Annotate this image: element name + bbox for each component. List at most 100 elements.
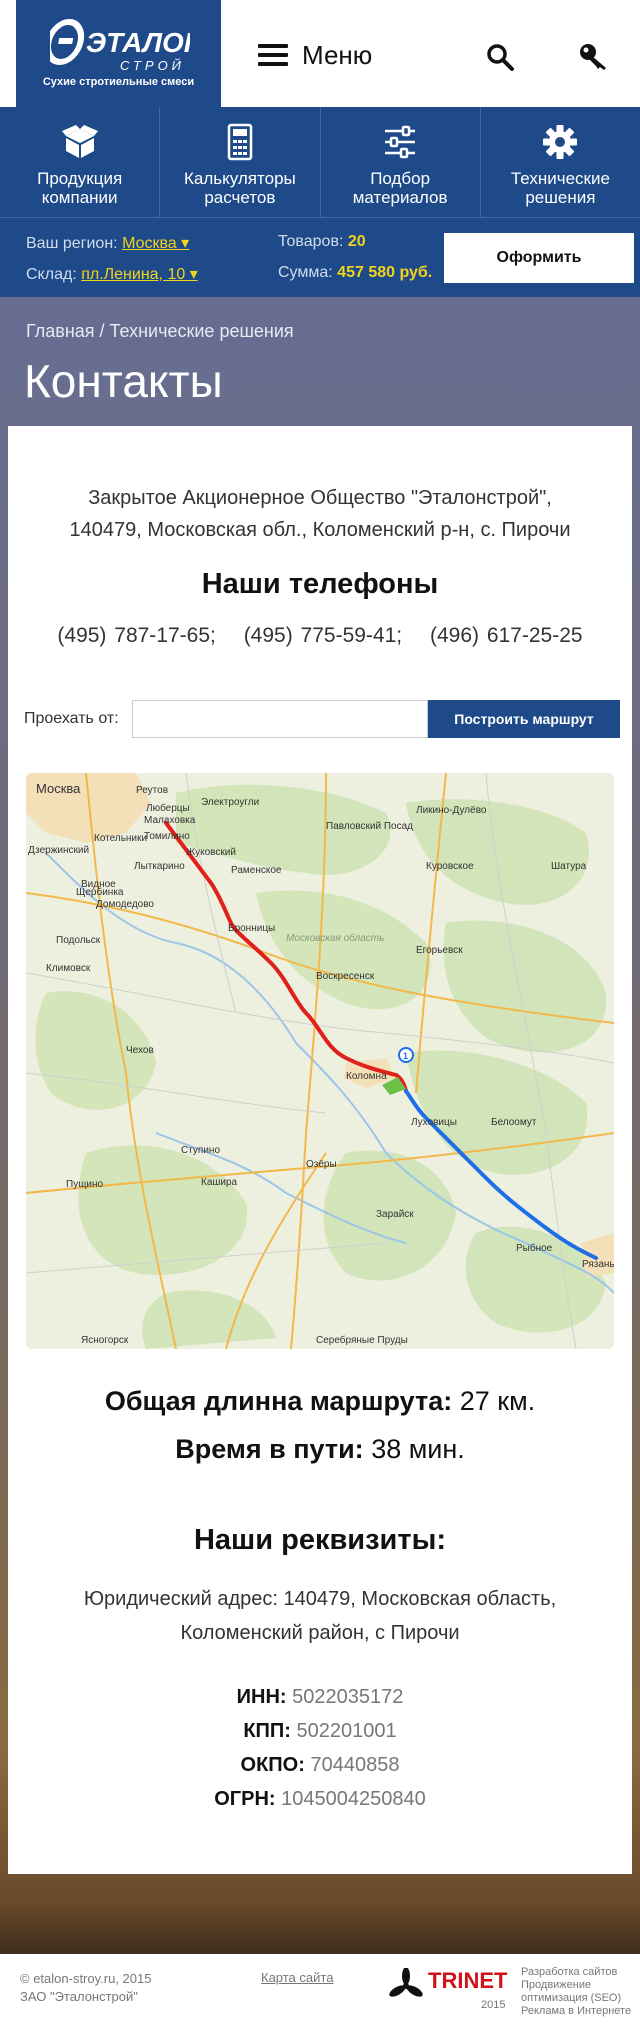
map-label: Дзержинский bbox=[28, 845, 89, 856]
sum-row: Сумма: 457 580 руб. bbox=[278, 264, 432, 282]
page-title: Контакты bbox=[24, 355, 223, 407]
map-label: Ступино bbox=[181, 1145, 220, 1156]
warehouse-row: Склад: пл.Ленина, 10 ▾ bbox=[26, 264, 198, 284]
requisite-inn: ИНН: 5022035172 bbox=[8, 1686, 632, 1709]
map-label: Пущино bbox=[66, 1179, 104, 1190]
route-from-label: Проехать от: bbox=[24, 710, 119, 727]
nav-label-calculators: Калькуляторы расчетов bbox=[184, 169, 296, 207]
route-map[interactable]: 1 Москва Реутов Люберцы Малаховка Котельники… bbox=[26, 773, 614, 1349]
route-form: Проехать от: Построить маршрут bbox=[24, 700, 624, 738]
phone-3[interactable]: (496) 617-25-25 bbox=[430, 624, 583, 647]
region-label: Ваш регион: bbox=[26, 235, 118, 252]
box-icon bbox=[61, 125, 98, 158]
requisite-key: КПП: bbox=[243, 1720, 291, 1742]
map-label: Егорьевск bbox=[416, 945, 463, 956]
map-label: Домодедово bbox=[96, 899, 154, 910]
logo[interactable]: ЭТАЛОН СТРОЙ Сухие стротиельные смеси bbox=[16, 0, 221, 107]
build-route-button[interactable]: Построить маршрут bbox=[428, 700, 620, 738]
map-label: Подольск bbox=[56, 935, 101, 946]
map-label: Ликино-Дулёво bbox=[416, 805, 487, 816]
requisite-key: ИНН: bbox=[236, 1686, 287, 1708]
trinet-logo[interactable]: TRINET 2015 bbox=[388, 1966, 508, 2026]
requisite-ogrn: ОГРН: 1045004250840 bbox=[8, 1788, 632, 1811]
map-label: Бронницы bbox=[228, 923, 275, 934]
hamburger-icon bbox=[258, 44, 288, 66]
address-line-1: Закрытое Акционерное Общество "Эталонстр… bbox=[88, 487, 552, 509]
map-label: Москва bbox=[36, 781, 81, 796]
map-label: Электроугли bbox=[201, 797, 259, 808]
requisite-key: ОКПО: bbox=[240, 1754, 305, 1776]
map-label: Климовск bbox=[46, 963, 91, 974]
nav-item-solutions[interactable]: Технические решения bbox=[481, 107, 640, 217]
search-icon[interactable] bbox=[485, 42, 515, 72]
copyright-line-2: ЗАО "Эталонстрой" bbox=[20, 1989, 138, 2004]
route-length-label: Общая длинна маршрута: bbox=[104, 1386, 453, 1416]
legal-address: Юридический адрес: 140479, Московская об… bbox=[8, 1582, 632, 1650]
service-item: Реклама в Интернете bbox=[521, 2005, 632, 2017]
checkout-button[interactable]: Оформить bbox=[444, 233, 634, 283]
service-item: Разработка сайтов bbox=[521, 1966, 618, 1978]
nav-item-products[interactable]: Продукция компании bbox=[0, 107, 161, 217]
info-bar: Ваш регион: Москва ▾ Склад: пл.Ленина, 1… bbox=[0, 217, 640, 297]
map-label: Чехов bbox=[126, 1045, 154, 1056]
requisite-kpp: КПП: 502201001 bbox=[8, 1720, 632, 1743]
region-select[interactable]: Москва ▾ bbox=[122, 235, 189, 252]
region-row: Ваш регион: Москва ▾ bbox=[26, 233, 189, 253]
requisite-value: 1045004250840 bbox=[281, 1788, 426, 1810]
nav-label-solutions: Технические решения bbox=[510, 169, 610, 207]
service-item: Продвижение bbox=[521, 1979, 592, 1991]
map-label: Котельники bbox=[94, 833, 147, 844]
map-label: Зарайск bbox=[376, 1209, 414, 1220]
propeller-icon bbox=[389, 1968, 423, 1997]
legal-line-2: Коломенский район, с Пирочи bbox=[180, 1622, 460, 1644]
map-label: Рязань bbox=[582, 1259, 614, 1270]
route-length: Общая длинна маршрута: 27 км. bbox=[8, 1386, 632, 1417]
route-from-input[interactable] bbox=[132, 700, 428, 738]
requisite-value: 70440858 bbox=[310, 1754, 400, 1776]
phone-1[interactable]: (495) 787-17-65; bbox=[57, 624, 215, 647]
logo-mark-icon: ЭТАЛОН СТРОЙ bbox=[50, 19, 190, 73]
goods-row: Товаров: 20 bbox=[278, 233, 366, 251]
nav-label-materials: Подбор материалов bbox=[352, 169, 448, 207]
service-item: оптимизация (SEO) bbox=[521, 1992, 622, 2004]
requisites-title: Наши реквизиты: bbox=[193, 1524, 446, 1556]
logo-tagline: Сухие стротиельные смеси bbox=[42, 76, 195, 88]
sum-label: Сумма: bbox=[278, 264, 333, 281]
map-label: Лыткарино bbox=[134, 861, 185, 872]
footer: © etalon-stroy.ru, 2015 ЗАО "Эталонстрой… bbox=[0, 1954, 640, 2040]
warehouse-select[interactable]: пл.Ленина, 10 ▾ bbox=[81, 266, 198, 283]
map-label: Павловский Посад bbox=[326, 821, 413, 832]
phones-title: Наши телефоны bbox=[201, 568, 439, 600]
svg-text:1: 1 bbox=[403, 1051, 408, 1061]
nav-item-materials[interactable]: Подбор материалов bbox=[321, 107, 481, 217]
company-address: Закрытое Акционерное Общество "Эталонстр… bbox=[8, 482, 632, 546]
phones-list: (495) 787-17-65; (495) 775-59-41; (496) … bbox=[8, 624, 632, 648]
sitemap-link[interactable]: Карта сайта bbox=[261, 1970, 333, 1985]
requisite-key: ОГРН: bbox=[214, 1788, 276, 1810]
breadcrumb[interactable]: Главная / Технические решения bbox=[26, 321, 294, 342]
nav-item-calculators[interactable]: Калькуляторы расчетов bbox=[160, 107, 321, 217]
map-label: Белоомут bbox=[491, 1117, 537, 1128]
map-label: Коломна bbox=[346, 1071, 387, 1082]
map-label: Раменское bbox=[231, 865, 282, 876]
sliders-icon bbox=[385, 125, 416, 159]
address-line-2: 140479, Московская обл., Коломенский р-н… bbox=[69, 519, 571, 541]
phone-2[interactable]: (495) 775-59-41; bbox=[244, 624, 402, 647]
trinet-year: 2015 bbox=[481, 1999, 506, 2011]
map-label: Щербинка bbox=[76, 886, 124, 898]
map-label: Шатура bbox=[551, 861, 587, 872]
requisite-value: 502201001 bbox=[296, 1720, 397, 1742]
contacts-card: Закрытое Акционерное Общество "Эталонстр… bbox=[8, 426, 632, 1874]
footer-services[interactable]: Разработка сайтов Продвижение оптимизаци… bbox=[521, 1966, 631, 2018]
map-label: Серебряные Пруды bbox=[316, 1334, 408, 1346]
map-label: Озёры bbox=[306, 1159, 337, 1170]
trinet-name: TRINET bbox=[428, 1968, 508, 1993]
goods-label: Товаров: bbox=[278, 233, 344, 250]
key-icon[interactable] bbox=[578, 42, 608, 72]
sum-value: 457 580 руб. bbox=[337, 264, 433, 281]
calculator-icon bbox=[227, 123, 253, 161]
menu-button[interactable]: Меню bbox=[258, 40, 372, 70]
map-label: Куровское bbox=[426, 861, 474, 872]
menu-label: Меню bbox=[302, 39, 373, 70]
main-nav: Продукция компании Калькуляторы расчетов… bbox=[0, 107, 640, 217]
